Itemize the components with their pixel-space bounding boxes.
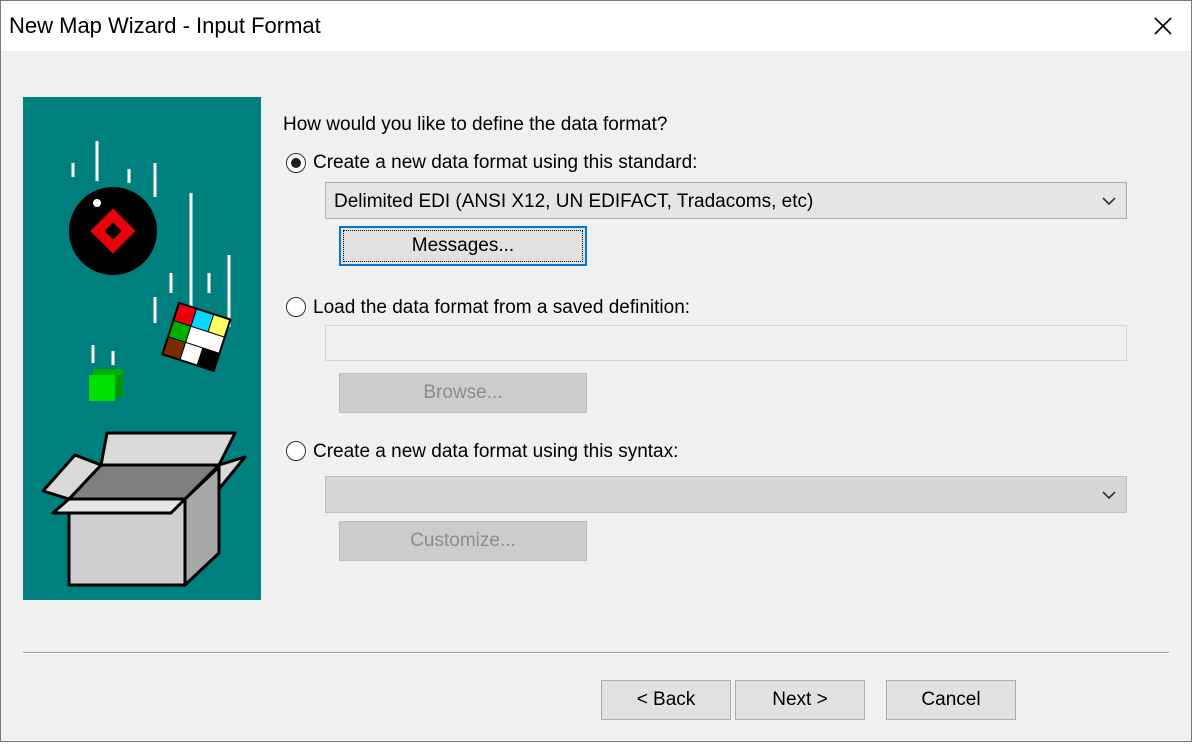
option-new-standard-label[interactable]: Create a new data format using this stan… (313, 152, 697, 174)
focus-rectangle (343, 230, 583, 262)
close-icon (1154, 17, 1172, 35)
saved-definition-field[interactable] (325, 325, 1127, 361)
close-button[interactable] (1135, 1, 1191, 51)
window-title: New Map Wizard - Input Format (9, 13, 321, 38)
next-button-label: Next > (772, 689, 828, 710)
cancel-button-label: Cancel (921, 689, 981, 710)
browse-button[interactable]: Browse... (339, 373, 587, 413)
chevron-down-icon (1102, 491, 1116, 500)
wizard-illustration (23, 97, 261, 600)
chevron-down-icon (1102, 197, 1116, 206)
option-new-syntax-label[interactable]: Create a new data format using this synt… (313, 441, 678, 463)
syntax-select[interactable] (325, 476, 1127, 513)
customize-button[interactable]: Customize... (339, 521, 587, 561)
cancel-button[interactable]: Cancel (886, 680, 1016, 720)
back-button[interactable]: < Back (601, 680, 731, 720)
messages-button[interactable]: Messages... (339, 226, 587, 266)
falling-objects-into-box-image (41, 141, 247, 587)
title-bar: New Map Wizard - Input Format (1, 1, 1191, 51)
radio-saved-definition[interactable] (286, 297, 306, 317)
radio-new-syntax[interactable] (286, 441, 306, 461)
next-button[interactable]: Next > (735, 680, 865, 720)
footer-separator (23, 652, 1169, 654)
option-saved-definition-label[interactable]: Load the data format from a saved defini… (313, 297, 690, 319)
radio-new-standard[interactable] (286, 153, 306, 173)
wizard-window: New Map Wizard - Input Format How would … (0, 0, 1192, 742)
standard-select-value: Delimited EDI (ANSI X12, UN EDIFACT, Tra… (334, 191, 814, 212)
standard-select[interactable]: Delimited EDI (ANSI X12, UN EDIFACT, Tra… (325, 182, 1127, 219)
customize-button-label: Customize... (410, 530, 516, 551)
browse-button-label: Browse... (423, 382, 503, 403)
back-button-label: < Back (636, 689, 696, 710)
question-label: How would you like to define the data fo… (283, 114, 668, 135)
